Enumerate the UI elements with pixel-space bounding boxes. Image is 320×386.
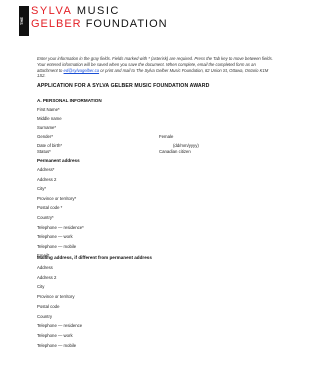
mailing-address-field-8[interactable]: Telephone — mobile xyxy=(37,343,76,348)
logo-sylva: SYLVA xyxy=(31,5,73,17)
surname-field[interactable]: Surname* xyxy=(37,125,56,130)
permanent-address-field-8[interactable]: Telephone — mobile xyxy=(37,244,76,249)
permanent-address-field-4[interactable]: Postal code * xyxy=(37,205,62,210)
logo-foundation: FOUNDATION xyxy=(85,18,168,30)
logo-gelber: GELBER xyxy=(31,18,82,30)
dob-format: (dd/mm/yyyy) xyxy=(173,143,199,148)
mailing-address-heading: Mailing address, if different from perma… xyxy=(37,255,152,260)
status-field[interactable]: Status* xyxy=(37,149,51,154)
first-name-field[interactable]: First Name* xyxy=(37,107,60,112)
permanent-address-heading: Permanent address xyxy=(37,158,80,163)
mailing-address-field-1[interactable]: Address 2 xyxy=(37,275,56,280)
mailing-address-field-2[interactable]: City xyxy=(37,284,44,289)
permanent-address-field-6[interactable]: Telephone — residence* xyxy=(37,225,84,230)
mailing-address-field-3[interactable]: Province or territory xyxy=(37,294,75,299)
email-link[interactable]: ed@sylvagelber.ca xyxy=(64,68,100,73)
form-title: APPLICATION FOR A SYLVA GELBER MUSIC FOU… xyxy=(37,83,210,89)
middle-name-field[interactable]: Middle name xyxy=(37,116,62,121)
gender-value[interactable]: Female xyxy=(159,134,173,139)
logo-line-1: SYLVA MUSIC xyxy=(31,5,120,17)
logo-side-bar: THE xyxy=(19,6,29,36)
permanent-address-field-0[interactable]: Address* xyxy=(37,167,54,172)
permanent-address-field-5[interactable]: Country* xyxy=(37,215,54,220)
permanent-address-field-1[interactable]: Address 2 xyxy=(37,177,56,182)
mailing-address-field-6[interactable]: Telephone — residence xyxy=(37,323,82,328)
mailing-address-field-5[interactable]: Country xyxy=(37,314,52,319)
mailing-address-field-7[interactable]: Telephone — work xyxy=(37,333,73,338)
mailing-address-field-0[interactable]: Address xyxy=(37,265,53,270)
section-personal-heading: A. PERSONAL INFORMATION xyxy=(37,98,102,103)
gender-field[interactable]: Gender* xyxy=(37,134,53,139)
foundation-logo: THE SYLVA MUSIC GELBER FOUNDATION xyxy=(19,4,167,42)
permanent-address-field-3[interactable]: Province or territory* xyxy=(37,196,76,201)
instructions-text: Enter your information in the gray field… xyxy=(37,56,277,79)
logo-music: MUSIC xyxy=(76,5,120,17)
permanent-address-field-7[interactable]: Telephone — work xyxy=(37,234,73,239)
logo-line-2: GELBER FOUNDATION xyxy=(31,18,168,30)
logo-side-text: THE xyxy=(19,17,24,25)
mailing-address-field-4[interactable]: Postal code xyxy=(37,304,59,309)
dob-field[interactable]: Date of birth* xyxy=(37,143,62,148)
permanent-address-field-2[interactable]: City* xyxy=(37,186,46,191)
status-value[interactable]: Canadian citizen xyxy=(159,149,191,154)
